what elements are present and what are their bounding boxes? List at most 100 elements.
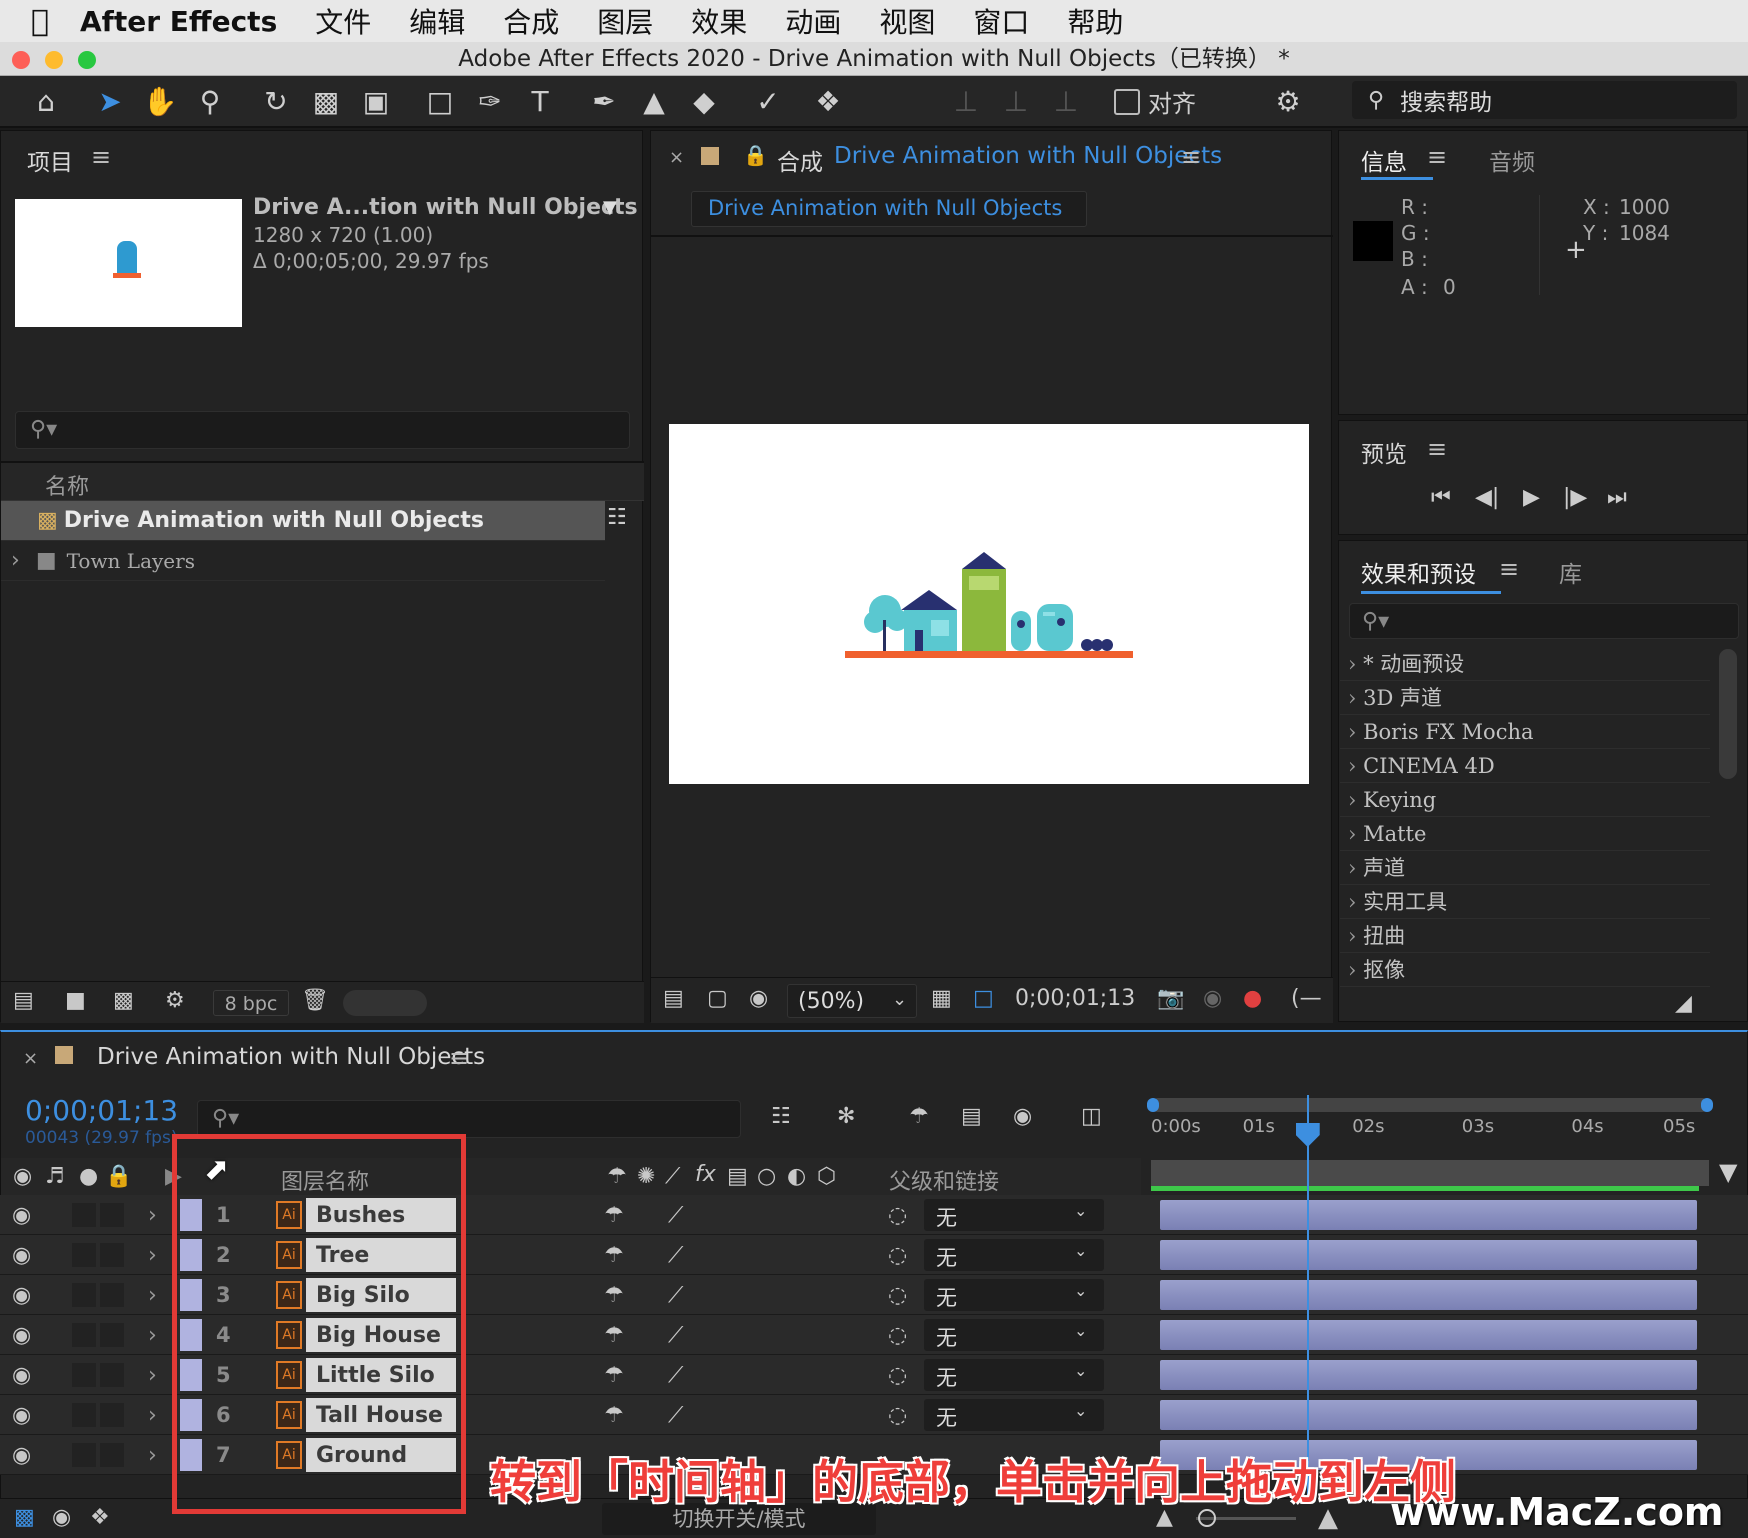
project-tab[interactable]: 项目 xyxy=(27,143,73,177)
visibility-eye-icon[interactable]: ◉ xyxy=(12,1443,31,1468)
effect-category[interactable]: › 3D 声道 xyxy=(1340,681,1710,715)
work-area-bar[interactable] xyxy=(1151,1098,1709,1112)
show-snapshot-icon[interactable]: ◉ xyxy=(1203,986,1222,1011)
shy-toggle-icon[interactable]: ☂ xyxy=(604,1403,624,1428)
info-tab[interactable]: 信息 xyxy=(1361,143,1407,177)
menu-view[interactable]: 视图 xyxy=(879,1,935,41)
collapse-switch-icon[interactable]: ✺ xyxy=(637,1164,655,1189)
zoom-window-button[interactable] xyxy=(78,51,96,69)
eraser-tool-icon[interactable]: ◆ xyxy=(684,84,724,120)
effect-category[interactable]: › Boris FX Mocha xyxy=(1340,715,1710,749)
quality-toggle-icon[interactable]: ⟋ xyxy=(668,1203,683,1228)
project-item-comp[interactable]: ▩ Drive Animation with Null Objects xyxy=(1,501,605,541)
effect-category[interactable]: › 扭曲 xyxy=(1340,919,1710,953)
selection-tool-icon[interactable]: ➤ xyxy=(90,84,130,120)
comp-tab-name[interactable]: Drive Animation with Null Objects xyxy=(834,143,1222,169)
menu-effect[interactable]: 效果 xyxy=(691,1,747,41)
shy-toggle-icon[interactable]: ☂ xyxy=(604,1363,624,1388)
project-settings-icon[interactable]: ⚙ xyxy=(165,988,185,1013)
mask-visibility-icon[interactable]: ◉ xyxy=(749,986,768,1011)
parent-dropdown[interactable]: 无 ⌄ xyxy=(924,1359,1104,1391)
rotation-tool-icon[interactable]: ↻ xyxy=(256,84,296,120)
timeline-search-input[interactable]: ⚲▾ xyxy=(197,1100,741,1138)
effects-scrollbar[interactable] xyxy=(1719,649,1737,779)
quality-toggle-icon[interactable]: ⟋ xyxy=(668,1363,683,1388)
timeline-menu-icon[interactable]: ≡ xyxy=(449,1044,469,1072)
playhead[interactable] xyxy=(1295,1095,1320,1495)
solo-icon[interactable]: ● xyxy=(79,1164,98,1189)
adjustment-switch-icon[interactable]: ◐ xyxy=(787,1164,806,1189)
quality-toggle-icon[interactable]: ⟋ xyxy=(668,1323,683,1348)
timeline-tab[interactable]: Drive Animation with Null Objects xyxy=(97,1044,485,1070)
lock-icon[interactable]: 🔒 xyxy=(105,1164,132,1189)
last-frame-icon[interactable]: ⏭ xyxy=(1607,485,1627,510)
effect-category[interactable]: › 抠像 xyxy=(1340,953,1710,987)
library-tab[interactable]: 库 xyxy=(1559,555,1582,589)
project-search-input[interactable]: ⚲▾ xyxy=(15,411,630,449)
home-icon[interactable]: ⌂ xyxy=(26,84,66,120)
new-composition-icon[interactable]: ▩ xyxy=(113,988,134,1013)
interpret-footage-icon[interactable]: ▤ xyxy=(13,988,34,1013)
parent-dropdown[interactable]: 无 ⌄ xyxy=(924,1319,1104,1351)
chevron-right-icon[interactable]: › xyxy=(148,1443,157,1468)
workspace-icon[interactable]: ⚙ xyxy=(1258,84,1318,120)
parent-dropdown[interactable]: 无 ⌄ xyxy=(924,1279,1104,1311)
thumbnail-slider[interactable] xyxy=(343,990,427,1016)
flowchart-icon[interactable]: ☷ xyxy=(607,505,627,530)
effects-tab[interactable]: 效果和预设 xyxy=(1361,555,1476,589)
quality-toggle-icon[interactable]: ⟋ xyxy=(668,1283,683,1308)
comp-menu-icon[interactable]: ≡ xyxy=(1181,143,1201,171)
world-axis-icon[interactable]: ⊥ xyxy=(996,84,1036,120)
time-ruler[interactable]: 0:00s 01s 02s 03s 04s 05s xyxy=(1151,1112,1699,1160)
previous-frame-icon[interactable]: ◀| xyxy=(1475,485,1499,510)
preview-menu-icon[interactable]: ≡ xyxy=(1427,435,1447,463)
3d-layer-switch-icon[interactable]: ⬡ xyxy=(817,1164,836,1189)
motion-blur-icon[interactable]: ◉ xyxy=(1013,1104,1032,1129)
chevron-right-icon[interactable]: › xyxy=(148,1243,157,1268)
video-eye-icon[interactable]: ◉ xyxy=(13,1164,32,1189)
hand-tool-icon[interactable]: ✋ xyxy=(140,84,180,120)
chevron-right-icon[interactable]: › xyxy=(148,1283,157,1308)
work-area-end-handle[interactable] xyxy=(1701,1098,1713,1112)
shy-toggle-icon[interactable]: ☂ xyxy=(604,1283,624,1308)
snapshot-icon[interactable]: 📷 xyxy=(1157,986,1184,1011)
shy-toggle-icon[interactable]: ☂ xyxy=(604,1243,624,1268)
layer-duration-bar[interactable] xyxy=(1160,1240,1697,1270)
visibility-eye-icon[interactable]: ◉ xyxy=(12,1243,31,1268)
rectangle-tool-icon[interactable]: □ xyxy=(420,84,460,120)
comp-dropdown-icon[interactable]: ▼ xyxy=(603,197,617,218)
effect-category[interactable]: › 实用工具 xyxy=(1340,885,1710,919)
close-window-button[interactable] xyxy=(12,51,30,69)
visibility-eye-icon[interactable]: ◉ xyxy=(12,1403,31,1428)
composition-flowchart-icon[interactable]: ☷ xyxy=(771,1104,791,1129)
zoom-dropdown[interactable]: (50%) ⌄ xyxy=(787,984,917,1018)
minimize-window-button[interactable] xyxy=(45,51,63,69)
color-channels-icon[interactable]: ● xyxy=(1243,986,1262,1011)
view-axis-icon[interactable]: ⊥ xyxy=(1046,84,1086,120)
menu-file[interactable]: 文件 xyxy=(315,1,371,41)
visibility-eye-icon[interactable]: ◉ xyxy=(12,1203,31,1228)
layer-switches-icon[interactable]: ▩ xyxy=(14,1505,35,1530)
help-search-input[interactable]: 搜索帮助 xyxy=(1400,83,1492,117)
pick-whip-icon[interactable]: ◌ xyxy=(888,1363,907,1388)
apple-icon[interactable]:  xyxy=(0,4,80,39)
in-out-icon[interactable]: ❖ xyxy=(90,1505,110,1530)
pick-whip-icon[interactable]: ◌ xyxy=(888,1243,907,1268)
work-area-range[interactable] xyxy=(1151,1160,1709,1186)
graph-editor-icon[interactable]: ◫ xyxy=(1081,1104,1102,1129)
close-icon[interactable]: × xyxy=(23,1048,38,1069)
motion-blur-switch-icon[interactable]: ○ xyxy=(757,1164,776,1189)
current-time[interactable]: 0;00;01;13 xyxy=(25,1094,178,1127)
col-name[interactable]: 名称 xyxy=(45,469,89,501)
draft-3d-icon[interactable]: ✻ xyxy=(837,1104,855,1129)
new-folder-icon[interactable]: ■ xyxy=(65,988,86,1013)
effect-category[interactable]: › CINEMA 4D xyxy=(1340,749,1710,783)
region-of-interest-icon[interactable]: □ xyxy=(973,986,994,1011)
layer-duration-bar[interactable] xyxy=(1160,1280,1697,1310)
parent-dropdown[interactable]: 无 ⌄ xyxy=(924,1199,1104,1231)
effect-category[interactable]: › Keying xyxy=(1340,783,1710,817)
app-menu[interactable]: After Effects xyxy=(80,5,277,38)
quality-toggle-icon[interactable]: ⟋ xyxy=(668,1403,683,1428)
camera-tool-icon[interactable]: ▩ xyxy=(306,84,346,120)
zoom-tool-icon[interactable]: ⚲ xyxy=(190,84,230,120)
